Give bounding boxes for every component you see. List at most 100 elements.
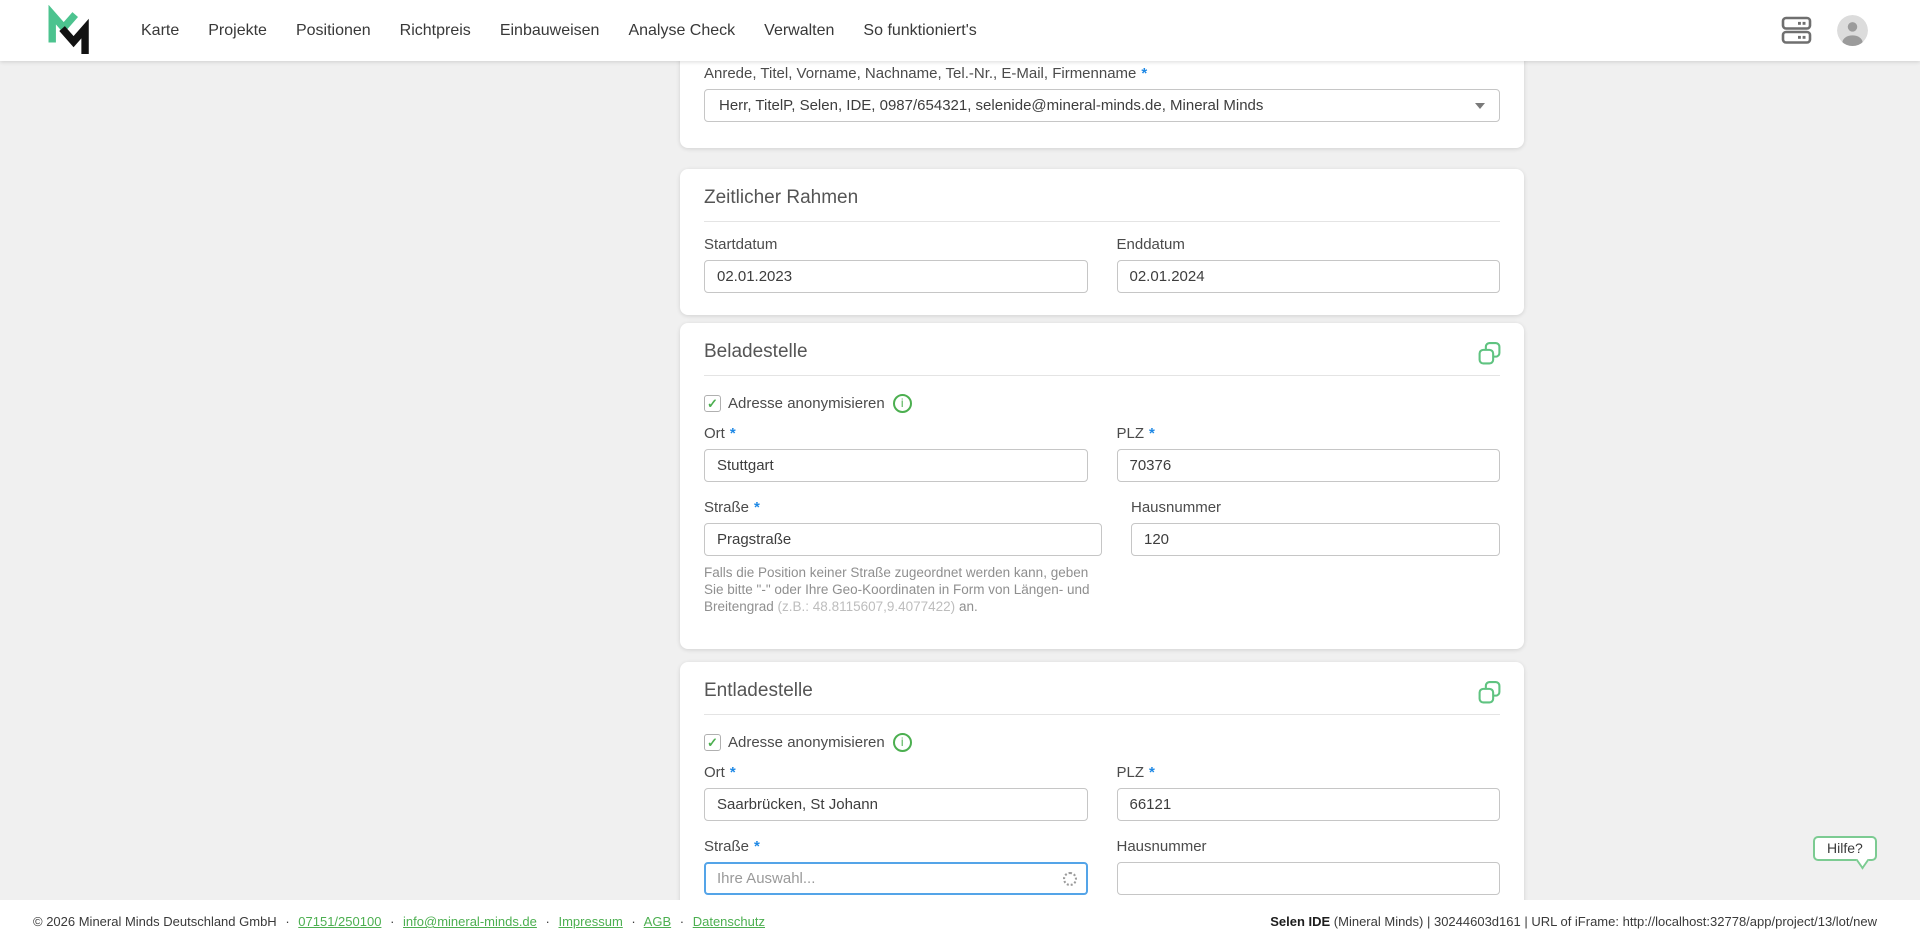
contact-select-label: Anrede, Titel, Vorname, Nachname, Tel.-N…: [704, 66, 1500, 81]
timeframe-card: Zeitlicher Rahmen Startdatum Enddatum: [680, 169, 1524, 315]
unloading-point-title: Entladestelle: [704, 681, 1500, 700]
mineral-minds-logo-icon[interactable]: [44, 5, 90, 57]
loading-point-title: Beladestelle: [704, 342, 1500, 361]
contact-select-label-text: Anrede, Titel, Vorname, Nachname, Tel.-N…: [704, 65, 1136, 82]
user-avatar-icon[interactable]: [1837, 15, 1868, 46]
footer-ide-name: Selen IDE: [1270, 914, 1330, 929]
section-divider: [704, 375, 1500, 376]
footer-link-email[interactable]: info@mineral-minds.de: [403, 914, 537, 929]
footer-iframe-info: (Mineral Minds) | 30244603d161 | URL of …: [1330, 914, 1877, 929]
startdatum-field: Startdatum: [704, 237, 1088, 293]
navbar-right: [1781, 0, 1868, 61]
hint-part2: an.: [955, 599, 978, 614]
app-screen: Anrede, Titel, Vorname, Nachname, Tel.-N…: [0, 0, 1920, 943]
nav-item-analyse-check[interactable]: Analyse Check: [628, 0, 735, 61]
loading-hausnummer-field: Hausnummer: [1131, 500, 1500, 615]
help-button-label: Hilfe?: [1827, 840, 1863, 856]
unloading-strasse-field: Straße *: [704, 839, 1088, 895]
footer-separator: ·: [390, 914, 394, 929]
unloading-copy-button[interactable]: [1477, 680, 1502, 705]
unloading-strasse-label: Straße *: [704, 839, 1088, 854]
loading-strasse-field: Straße* Falls die Position keiner Straße…: [704, 500, 1102, 615]
required-asterisk: *: [1141, 65, 1147, 82]
page-footer: © 2026 Mineral Minds Deutschland GmbH · …: [0, 900, 1920, 943]
loading-anonymize-checkbox[interactable]: ✓: [704, 395, 721, 412]
help-button[interactable]: Hilfe?: [1813, 836, 1877, 861]
nav-item-karte[interactable]: Karte: [141, 0, 179, 61]
footer-link-agb[interactable]: AGB: [644, 914, 671, 929]
startdatum-input[interactable]: [704, 260, 1088, 293]
enddatum-field: Enddatum: [1117, 237, 1501, 293]
footer-separator: ·: [631, 914, 635, 929]
footer-left: © 2026 Mineral Minds Deutschland GmbH · …: [33, 914, 765, 929]
unloading-plz-field: PLZ*: [1117, 765, 1501, 821]
loading-plz-input[interactable]: [1117, 449, 1501, 482]
required-asterisk: *: [730, 425, 736, 442]
info-icon[interactable]: i: [893, 733, 912, 752]
loading-strasse-input[interactable]: [704, 523, 1102, 556]
unloading-hausnummer-input[interactable]: [1117, 862, 1501, 895]
top-navbar: Karte Projekte Positionen Richtpreis Ein…: [0, 0, 1920, 61]
nav-item-positionen[interactable]: Positionen: [296, 0, 371, 61]
footer-separator: ·: [680, 914, 684, 929]
footer-link-impressum[interactable]: Impressum: [558, 914, 622, 929]
loading-hausnummer-label: Hausnummer: [1131, 500, 1500, 515]
contact-select-value: Herr, TitelP, Selen, IDE, 0987/654321, s…: [719, 97, 1465, 114]
nav-item-einbauweisen[interactable]: Einbauweisen: [500, 0, 600, 61]
ort-label-text: Ort: [704, 764, 725, 781]
footer-separator: ·: [546, 914, 550, 929]
check-icon: ✓: [707, 397, 718, 410]
nav-item-so-funktionierts[interactable]: So funktioniert's: [863, 0, 976, 61]
copy-icon: [1477, 680, 1502, 705]
loading-plz-label: PLZ*: [1117, 426, 1501, 441]
required-asterisk: *: [754, 499, 760, 516]
unloading-anonymize-label: Adresse anonymisieren: [728, 734, 885, 751]
required-asterisk: *: [730, 764, 736, 781]
strasse-label-text: Straße: [704, 499, 749, 516]
footer-separator: ·: [285, 914, 289, 929]
timeframe-title: Zeitlicher Rahmen: [704, 188, 1500, 207]
startdatum-label: Startdatum: [704, 237, 1088, 252]
unloading-anonymize-checkbox[interactable]: ✓: [704, 734, 721, 751]
loading-copy-button[interactable]: [1477, 341, 1502, 366]
loading-anonymize-label: Adresse anonymisieren: [728, 395, 885, 412]
server-icon[interactable]: [1781, 16, 1812, 45]
nav-item-projekte[interactable]: Projekte: [208, 0, 267, 61]
strasse-label-text: Straße: [704, 838, 749, 855]
enddatum-input[interactable]: [1117, 260, 1501, 293]
hint-example: (z.B.: 48.8115607,9.4077422): [778, 599, 956, 614]
unloading-strasse-input[interactable]: [704, 862, 1088, 895]
unloading-ort-field: Ort *: [704, 765, 1088, 821]
contact-select[interactable]: Herr, TitelP, Selen, IDE, 0987/654321, s…: [704, 89, 1500, 122]
plz-label-text: PLZ: [1117, 764, 1145, 781]
unloading-hausnummer-field: Hausnummer: [1117, 839, 1501, 895]
loading-strasse-label: Straße *: [704, 500, 1102, 515]
nav-item-richtpreis[interactable]: Richtpreis: [400, 0, 471, 61]
unloading-anonymize-row: ✓ Adresse anonymisieren i: [704, 732, 1500, 752]
loading-anonymize-row: ✓ Adresse anonymisieren i: [704, 393, 1500, 413]
loading-ort-input[interactable]: [704, 449, 1088, 482]
loading-spinner-icon: [1063, 872, 1077, 886]
info-icon[interactable]: i: [893, 394, 912, 413]
loading-point-card: Beladestelle ✓ Adresse anonymisieren i O…: [680, 323, 1524, 649]
nav-item-verwalten[interactable]: Verwalten: [764, 0, 834, 61]
footer-link-datenschutz[interactable]: Datenschutz: [693, 914, 765, 929]
ort-label-text: Ort: [704, 425, 725, 442]
enddatum-label: Enddatum: [1117, 237, 1501, 252]
footer-right: Selen IDE (Mineral Minds) | 30244603d161…: [1270, 914, 1877, 929]
loading-ort-field: Ort *: [704, 426, 1088, 482]
plz-label-text: PLZ: [1117, 425, 1145, 442]
loading-plz-field: PLZ*: [1117, 426, 1501, 482]
unloading-plz-label: PLZ*: [1117, 765, 1501, 780]
required-asterisk: *: [1149, 764, 1155, 781]
required-asterisk: *: [754, 838, 760, 855]
section-divider: [704, 221, 1500, 222]
loading-hausnummer-input[interactable]: [1131, 523, 1500, 556]
footer-link-phone[interactable]: 07151/250100: [298, 914, 381, 929]
unloading-ort-input[interactable]: [704, 788, 1088, 821]
loading-ort-label: Ort *: [704, 426, 1088, 441]
required-asterisk: *: [1149, 425, 1155, 442]
chevron-down-icon: [1475, 103, 1485, 109]
unloading-hausnummer-label: Hausnummer: [1117, 839, 1501, 854]
unloading-plz-input[interactable]: [1117, 788, 1501, 821]
